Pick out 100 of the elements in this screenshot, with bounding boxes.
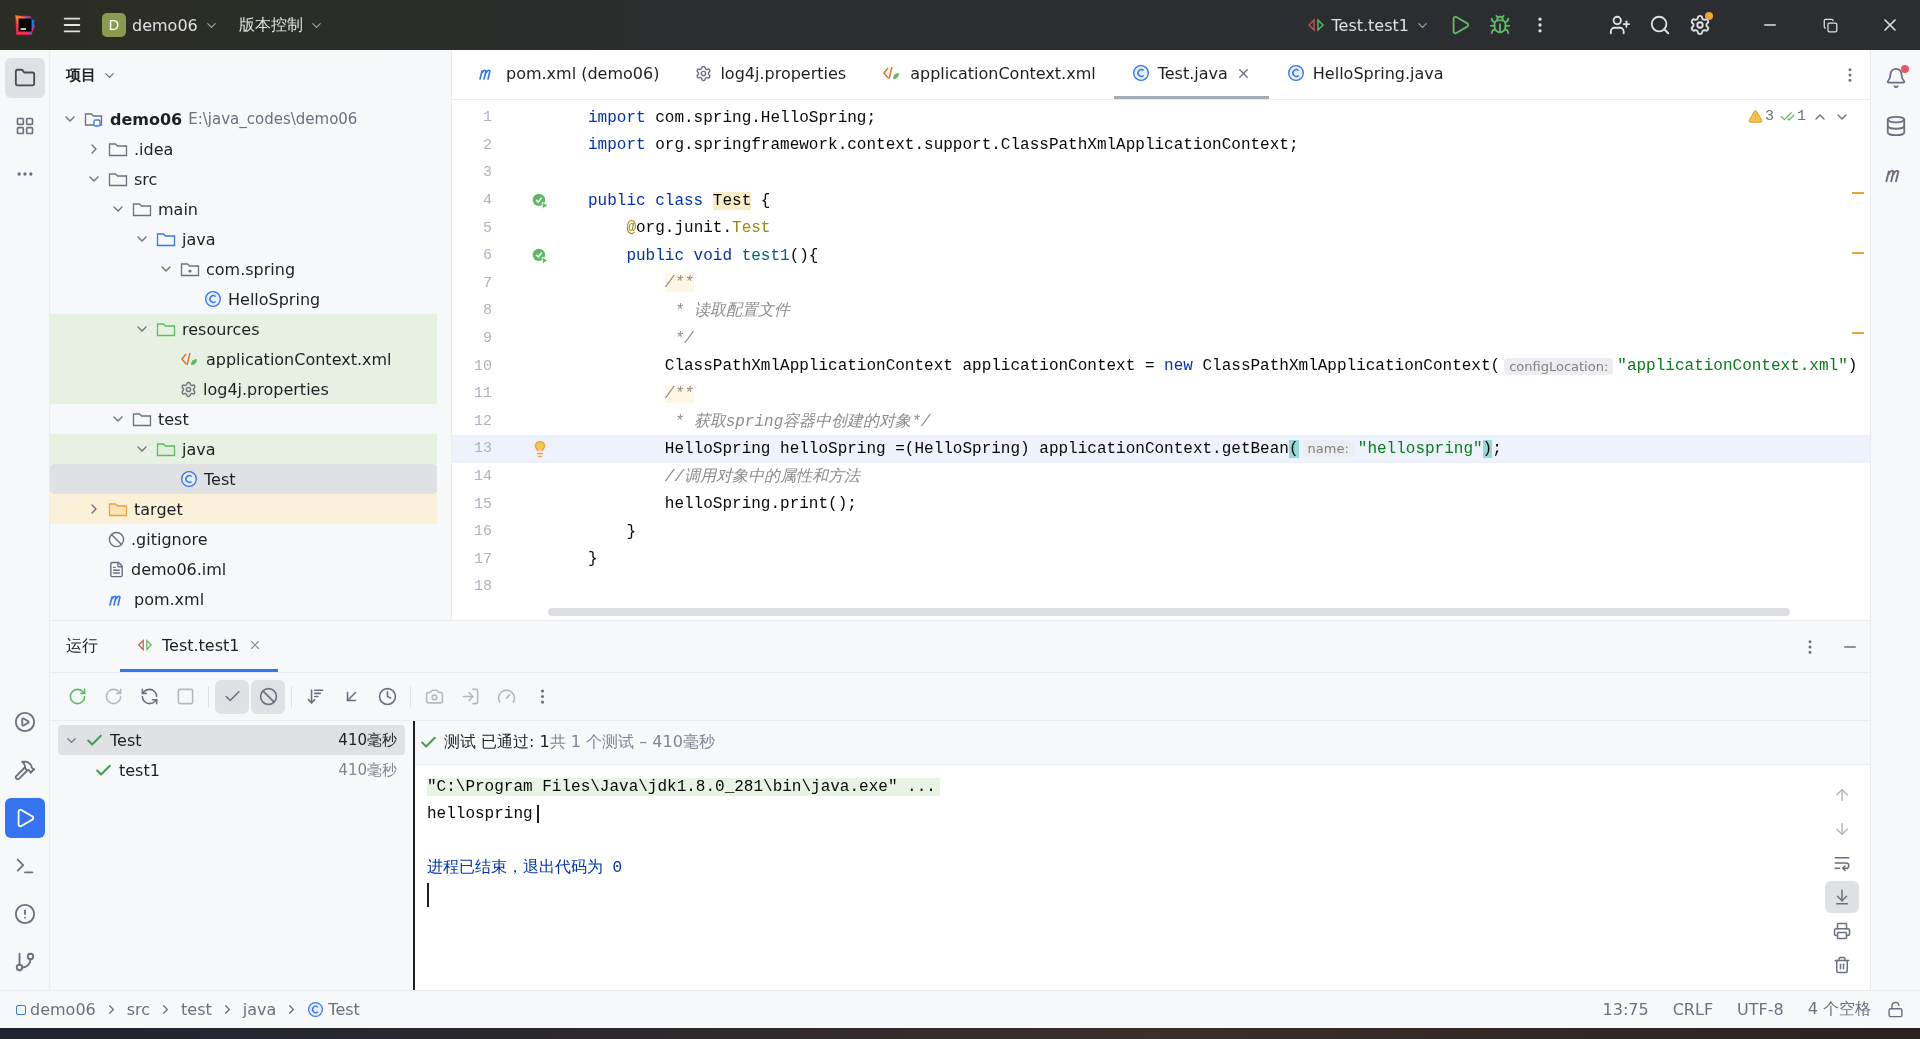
run-tab[interactable]: Test.test1 (120, 621, 278, 672)
folder-icon (132, 410, 152, 428)
file-icon (108, 560, 125, 578)
check-icon[interactable] (215, 679, 249, 714)
tree-label: .idea (134, 139, 174, 159)
test-item[interactable]: test1 410毫秒 (58, 755, 405, 785)
breadcrumb[interactable]: demo06 (16, 1000, 96, 1019)
editor-tab[interactable]: Test.java (1113, 50, 1269, 99)
tree-label: demo06.iml (131, 559, 227, 579)
tree-item[interactable]: demo06.iml (50, 554, 437, 584)
tree-item[interactable]: .gitignore (50, 524, 437, 554)
editor-tab[interactable]: HelloSpring.java (1268, 50, 1462, 99)
warning-count[interactable]: 3 (1747, 108, 1774, 125)
tree-item[interactable]: applicationContext.xml (50, 344, 437, 374)
ignore-file-icon (108, 530, 125, 548)
status-item[interactable]: UTF-8 (1729, 1000, 1792, 1019)
gear-icon (695, 64, 713, 82)
class-icon (1286, 64, 1305, 82)
breadcrumb[interactable]: test (181, 1000, 212, 1019)
code-line: } (588, 550, 598, 569)
line-number: 3 (482, 164, 492, 182)
tree-label: com.spring (206, 259, 296, 279)
tree-label: java (182, 229, 216, 249)
gear-icon (180, 380, 197, 398)
status-item[interactable]: 4 个空格 (1799, 999, 1879, 1020)
code-line: import com.spring.HelloSpring; (588, 108, 877, 127)
project-folder-icon[interactable] (4, 58, 45, 98)
tree-label: main (158, 199, 198, 219)
project-selector[interactable]: D demo06 (92, 7, 229, 43)
breadcrumb[interactable]: java (242, 1000, 277, 1019)
module-icon (16, 1004, 26, 1015)
test-item[interactable]: Test 410毫秒 (58, 725, 405, 755)
run-icon[interactable] (4, 798, 45, 838)
tree-item[interactable]: com.spring (50, 254, 437, 284)
code-line: * 读取配置文件 (674, 300, 790, 322)
scroll-end-icon[interactable] (1825, 881, 1859, 913)
excluded-folder-icon (108, 500, 128, 518)
tree-item[interactable]: main (50, 194, 437, 224)
panel-title: 运行 (66, 635, 99, 657)
tree-item[interactable]: HelloSpring (50, 284, 437, 314)
tree-item[interactable]: test (50, 404, 437, 434)
run-test-icon[interactable] (531, 246, 549, 265)
code-line: HelloSpring helloSpring =(HelloSpring) applicationContext.getBean( name: "hellospring"); (664, 439, 1502, 458)
tree-item[interactable]: resources (50, 314, 437, 344)
xml-icon (180, 350, 200, 368)
vcs-menu[interactable]: 版本控制 (228, 8, 334, 42)
tree-item[interactable]: Test (50, 464, 437, 494)
tree-item[interactable]: java (50, 224, 437, 254)
run-test-icon[interactable] (531, 191, 549, 210)
line-number: 8 (482, 302, 492, 320)
folder-icon (132, 200, 152, 218)
code-line: helloSpring.print(); (664, 495, 857, 514)
panel-title[interactable]: 项目 (66, 65, 96, 85)
test-run-icon (136, 637, 154, 653)
breadcrumb[interactable]: Test (307, 1000, 360, 1019)
ignored-icon[interactable] (251, 679, 285, 714)
test-name: test1 (119, 760, 160, 780)
tree-item[interactable]: demo06 E:\java_codes\demo06 (50, 104, 437, 134)
tree-item[interactable]: java (50, 434, 437, 464)
folder-icon (108, 140, 128, 158)
test-summary: 共 1 个测试 – 410毫秒 (549, 732, 715, 753)
source-folder-icon (156, 230, 176, 248)
tree-label: Test (204, 469, 236, 489)
tree-item[interactable]: pom.xml (50, 584, 437, 614)
line-number: 17 (473, 550, 492, 568)
run-configuration[interactable]: Test.test1 (1295, 9, 1440, 41)
tree-label: src (134, 169, 158, 189)
tree-label: applicationContext.xml (206, 349, 392, 369)
warning-icon (1747, 109, 1763, 124)
tree-item[interactable]: target (50, 494, 437, 524)
editor-tab[interactable]: pom.xml (demo06) (460, 50, 678, 99)
line-number: 10 (473, 357, 492, 375)
code-line: */ (674, 329, 694, 348)
code-line: public void test1(){ (626, 246, 819, 265)
app-logo-icon[interactable] (12, 12, 38, 38)
lock-icon[interactable] (1887, 1001, 1904, 1018)
test-duration: 410毫秒 (338, 760, 397, 780)
line-number: 14 (473, 468, 492, 485)
test-duration: 410毫秒 (338, 730, 397, 750)
line-number: 12 (473, 412, 492, 430)
breadcrumb[interactable]: src (126, 1000, 151, 1019)
status-item[interactable]: 13:75 (1594, 1000, 1657, 1019)
editor-tab[interactable]: log4j.properties (677, 50, 865, 99)
editor-tab[interactable]: applicationContext.xml (864, 50, 1114, 99)
tree-label: log4j.properties (203, 379, 329, 399)
tree-item[interactable]: .idea (50, 134, 437, 164)
line-number: 6 (482, 247, 492, 265)
class-icon (204, 290, 222, 308)
folder-icon (108, 170, 128, 188)
console-line: 进程已结束，退出代码为 0 (427, 858, 624, 878)
class-icon (180, 470, 198, 488)
status-item[interactable]: CRLF (1664, 1000, 1722, 1019)
passed-count[interactable]: 1 (1780, 108, 1806, 125)
tree-label: target (134, 499, 183, 519)
line-number: 1 (482, 109, 492, 127)
test-name: Test (110, 730, 142, 750)
tree-label: pom.xml (134, 589, 205, 609)
tree-item[interactable]: src (50, 164, 437, 194)
code-line: @org.junit.Test (626, 219, 771, 238)
tree-item[interactable]: log4j.properties (50, 374, 437, 404)
